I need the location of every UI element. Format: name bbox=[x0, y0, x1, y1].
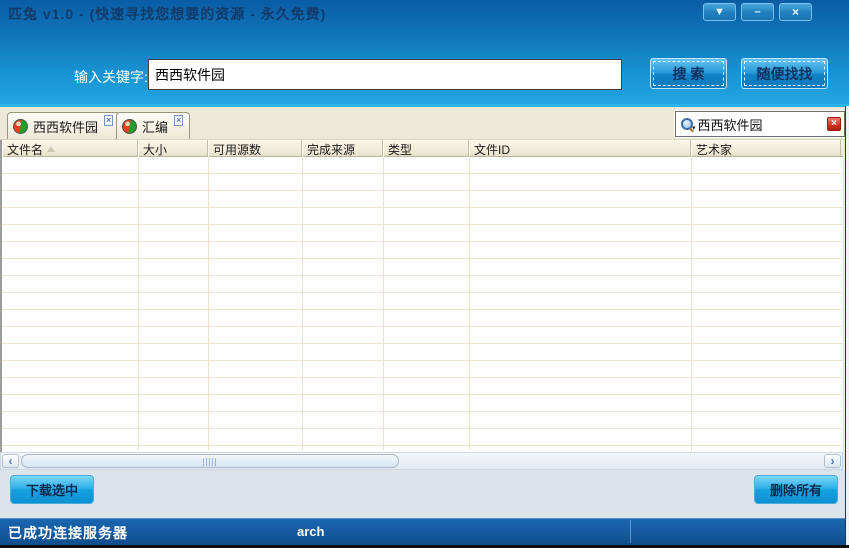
grid-line bbox=[302, 157, 303, 451]
action-panel: 下载选中 删除所有 bbox=[0, 470, 849, 518]
scrollbar-thumb[interactable] bbox=[21, 454, 399, 468]
results-table: 文件名 大小 可用源数 完成来源 类型 文件ID 艺术家 bbox=[0, 140, 843, 452]
minimize-icon[interactable]: – bbox=[741, 3, 774, 21]
column-label: 文件名 bbox=[7, 141, 43, 158]
column-header-type[interactable]: 类型 bbox=[383, 140, 469, 157]
column-label: 艺术家 bbox=[696, 141, 732, 158]
grid-line bbox=[383, 157, 384, 451]
column-header-complete-sources[interactable]: 完成来源 bbox=[302, 140, 383, 157]
scroll-left-icon[interactable]: ‹ bbox=[2, 454, 19, 468]
server-name: arch bbox=[297, 524, 324, 539]
column-label: 类型 bbox=[388, 141, 412, 158]
window-menu-icon[interactable]: ▼ bbox=[703, 3, 736, 21]
column-label: 文件ID bbox=[474, 141, 510, 158]
column-header-filename[interactable]: 文件名 bbox=[2, 140, 138, 157]
delete-all-button[interactable]: 删除所有 bbox=[754, 475, 838, 504]
globe-icon bbox=[13, 119, 28, 134]
titlebar: 匹兔 v1.0 - (快速寻找您想要的资源 - 永久免费) ▼ – × bbox=[0, 0, 849, 25]
grid-line bbox=[691, 157, 692, 451]
column-header-sources[interactable]: 可用源数 bbox=[208, 140, 302, 157]
close-icon[interactable]: × bbox=[779, 3, 812, 21]
search-button[interactable]: 搜 索 bbox=[650, 58, 727, 89]
download-selected-button[interactable]: 下载选中 bbox=[10, 475, 94, 504]
globe-icon bbox=[122, 119, 137, 134]
app-window: 匹兔 v1.0 - (快速寻找您想要的资源 - 永久免费) ▼ – × 输入关键… bbox=[0, 0, 849, 548]
scroll-right-icon[interactable]: › bbox=[824, 454, 841, 468]
filter-close-icon[interactable]: × bbox=[827, 117, 841, 131]
results-table-header: 文件名 大小 可用源数 完成来源 类型 文件ID 艺术家 bbox=[2, 140, 843, 157]
tab-close-icon[interactable]: × bbox=[104, 115, 113, 126]
tab-xixi[interactable]: 西西软件园 × bbox=[7, 112, 120, 139]
scrollbar-grip bbox=[203, 458, 217, 466]
column-header-size[interactable]: 大小 bbox=[138, 140, 208, 157]
column-label: 完成来源 bbox=[307, 141, 355, 158]
random-find-button[interactable]: 随便找找 bbox=[741, 58, 828, 89]
filter-box: ▾ × bbox=[675, 111, 845, 137]
window-title: 匹兔 v1.0 - (快速寻找您想要的资源 - 永久免费) bbox=[8, 4, 326, 24]
column-header-fileid[interactable]: 文件ID bbox=[469, 140, 691, 157]
tab-strip: 西西软件园 × 汇编 × ▾ × bbox=[0, 107, 849, 140]
tab-close-icon[interactable]: × bbox=[174, 115, 183, 126]
status-divider bbox=[630, 520, 631, 543]
grid-line bbox=[469, 157, 470, 451]
connection-status: 已成功连接服务器 bbox=[8, 523, 128, 543]
filter-input[interactable] bbox=[698, 117, 824, 132]
keyword-label: 输入关键字: bbox=[74, 67, 148, 87]
search-icon[interactable] bbox=[680, 118, 693, 131]
sort-asc-icon bbox=[47, 146, 55, 152]
tab-label: 汇编 bbox=[142, 117, 168, 136]
tab-label: 西西软件园 bbox=[33, 117, 98, 136]
grid-line bbox=[138, 157, 139, 451]
horizontal-scrollbar[interactable]: ‹ › bbox=[0, 452, 843, 470]
column-label: 大小 bbox=[143, 141, 167, 158]
tab-huibian[interactable]: 汇编 × bbox=[116, 112, 190, 139]
grid-line bbox=[208, 157, 209, 451]
column-label: 可用源数 bbox=[213, 141, 261, 158]
keyword-input[interactable] bbox=[148, 59, 622, 90]
column-header-artist[interactable]: 艺术家 bbox=[691, 140, 841, 157]
status-bar: 已成功连接服务器 arch bbox=[0, 518, 849, 545]
results-table-body bbox=[2, 157, 843, 451]
